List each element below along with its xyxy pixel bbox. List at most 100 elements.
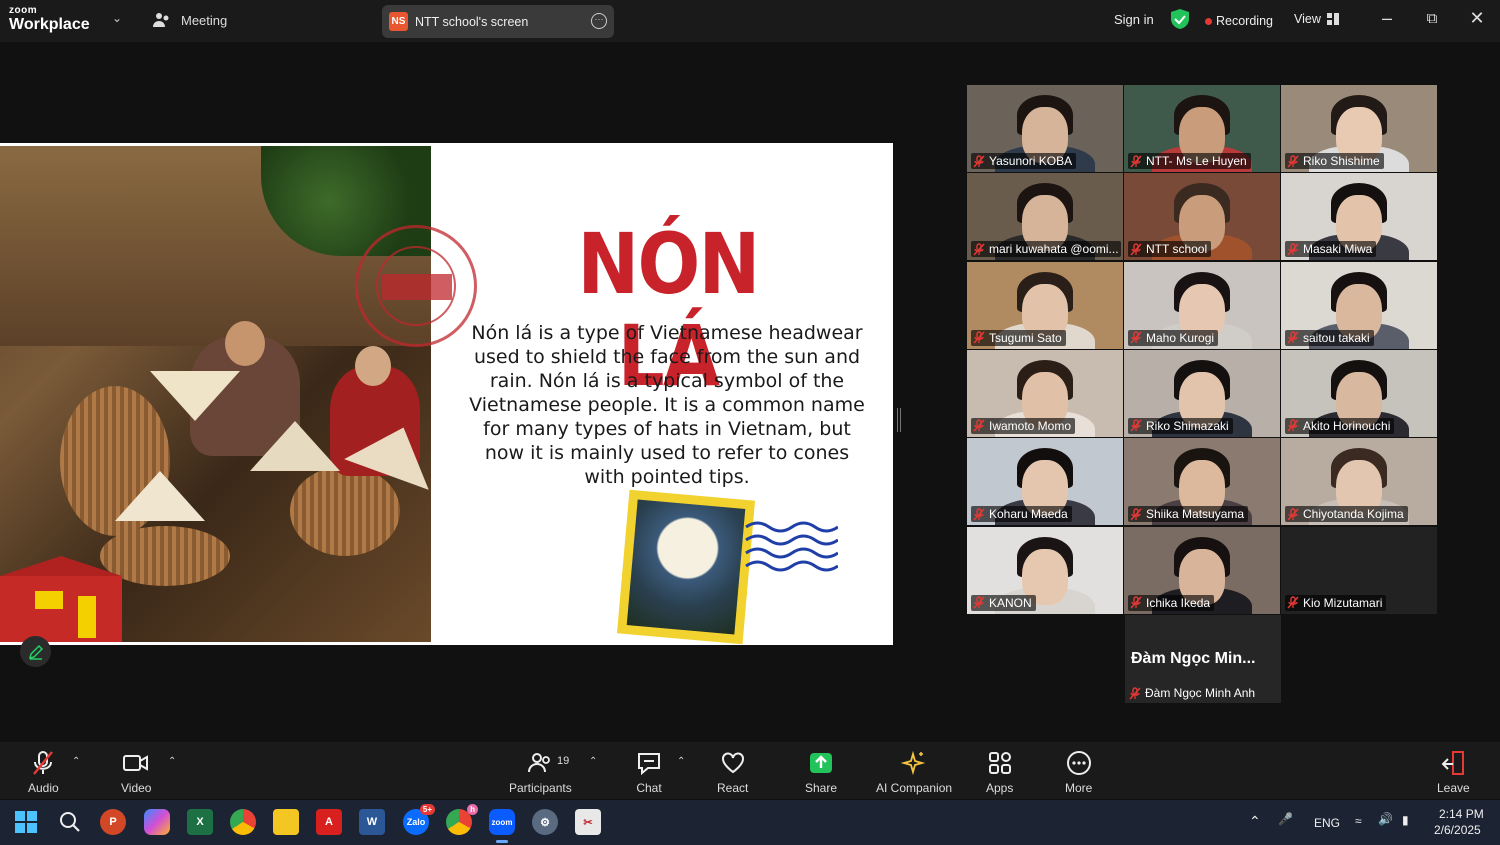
word-icon[interactable]: W — [359, 809, 385, 835]
powerpoint-icon[interactable]: P — [100, 809, 126, 835]
participant-tile[interactable]: NTT school — [1124, 173, 1280, 261]
ai-companion-button[interactable]: AI Companion — [876, 750, 952, 795]
participant-tile[interactable]: Masaki Miwa — [1281, 173, 1437, 261]
participant-display-name: Đàm Ngọc Min... — [1131, 650, 1256, 667]
house-door — [78, 596, 96, 638]
participants-icon — [528, 753, 551, 773]
participants-label: Participants — [509, 781, 572, 795]
participant-name: Koharu Maeda — [989, 507, 1068, 522]
more-options-icon[interactable]: ··· — [591, 13, 607, 29]
zalo-notification-badge: 5+ — [419, 804, 435, 815]
slide-description: Nón lá is a type of Vietnamese headwear … — [469, 322, 865, 488]
restore-icon[interactable]: ⧉ — [1417, 10, 1447, 27]
more-button[interactable]: More — [1065, 750, 1092, 795]
participant-tile[interactable]: NTT- Ms Le Huyen — [1124, 85, 1280, 172]
muted-mic-icon — [1129, 686, 1141, 700]
photo-hat — [150, 371, 240, 421]
participant-name: Yasunori KOBA — [989, 154, 1073, 168]
chat-bubble-icon — [638, 753, 660, 776]
splitter-handle[interactable] — [897, 408, 901, 432]
participant-tile[interactable]: KANON — [967, 526, 1123, 614]
audio-options-chevron-icon[interactable]: ⌃ — [72, 756, 80, 767]
tray-overflow-chevron-icon[interactable]: ⌃ — [1249, 813, 1261, 830]
audio-button[interactable]: Audio — [28, 750, 59, 795]
participant-tile[interactable]: Riko Shishime — [1281, 85, 1437, 172]
clock-time[interactable]: 2:14 PM — [1439, 807, 1484, 821]
snipping-tool-icon[interactable]: ✂ — [575, 809, 601, 835]
close-icon[interactable]: ✕ — [1462, 8, 1492, 29]
settings-icon[interactable]: ⚙ — [532, 809, 558, 835]
react-label: React — [717, 781, 749, 795]
muted-mic-icon — [1130, 507, 1142, 521]
language-indicator[interactable]: ENG — [1314, 816, 1340, 830]
participant-name: Akito Horinouchi — [1303, 418, 1391, 433]
participant-name: Iwamoto Momo — [989, 418, 1072, 433]
participant-name-label: Tsugumi Sato — [971, 329, 1066, 346]
battery-icon[interactable]: ▮ — [1402, 813, 1409, 827]
participant-name: Masaki Miwa — [1303, 242, 1373, 257]
video-options-chevron-icon[interactable]: ⌃ — [168, 756, 176, 767]
participant-name: mari kuwahata @oomi... — [989, 242, 1119, 257]
leave-button[interactable]: Leave — [1437, 750, 1470, 795]
zoom-app-icon[interactable]: zoom — [489, 809, 515, 843]
react-button[interactable]: React — [717, 750, 748, 795]
sign-in-button[interactable]: Sign in — [1114, 12, 1154, 27]
postmark-bar — [382, 274, 452, 300]
participant-tile[interactable]: Ichika Ikeda — [1124, 526, 1280, 614]
chat-button[interactable]: Chat — [636, 750, 662, 795]
security-shield-icon[interactable] — [1171, 9, 1189, 29]
participant-tile[interactable]: mari kuwahata @oomi... — [967, 173, 1123, 261]
chrome-profile-icon[interactable]: h — [446, 804, 478, 835]
participant-tile[interactable]: Iwamoto Momo — [967, 349, 1123, 437]
participant-tile[interactable]: saitou takaki — [1281, 261, 1437, 349]
participant-tile[interactable]: Chiyotanda Kojima — [1281, 438, 1437, 526]
participant-tile[interactable]: Tsugumi Sato — [967, 261, 1123, 349]
participant-tile[interactable]: Shiika Matsuyama — [1124, 438, 1280, 526]
video-button[interactable]: Video — [121, 750, 151, 795]
recording-indicator[interactable]: Recording — [1205, 14, 1273, 28]
annotate-button[interactable] — [20, 636, 51, 667]
participant-name-label: Chiyotanda Kojima — [1285, 506, 1408, 523]
zoom-logo[interactable]: zoom Workplace — [9, 6, 90, 33]
windows-start-icon[interactable] — [13, 809, 39, 835]
view-button[interactable]: View — [1294, 12, 1339, 26]
zalo-icon[interactable]: Zalo 5+ — [403, 804, 435, 835]
acrobat-icon[interactable]: A — [316, 809, 342, 835]
participant-name-label: Koharu Maeda — [971, 506, 1072, 523]
participant-tile[interactable]: Kio Mizutamari — [1281, 526, 1437, 614]
apps-button[interactable]: Apps — [986, 750, 1013, 795]
search-icon[interactable] — [57, 809, 83, 835]
volume-icon[interactable]: 🔊 — [1378, 812, 1393, 826]
chevron-down-icon[interactable]: ⌄ — [112, 11, 122, 25]
participant-name: Kio Mizutamari — [1303, 595, 1383, 610]
minimize-icon[interactable]: – — [1372, 8, 1402, 29]
excel-icon[interactable]: X — [187, 809, 213, 835]
participants-options-chevron-icon[interactable]: ⌃ — [589, 756, 597, 767]
grid-view-icon — [1326, 13, 1339, 25]
chat-options-chevron-icon[interactable]: ⌃ — [677, 756, 685, 767]
participant-tile[interactable]: Yasunori KOBA — [967, 85, 1123, 172]
apps-grid-icon — [988, 752, 1011, 774]
muted-mic-icon — [1287, 243, 1299, 256]
clock-date[interactable]: 2/6/2025 — [1434, 823, 1481, 837]
participant-tile[interactable]: Akito Horinouchi — [1281, 349, 1437, 437]
share-button[interactable]: Share — [805, 750, 837, 795]
participant-tile[interactable]: Riko Shimazaki — [1124, 349, 1280, 437]
meeting-label: Meeting — [181, 12, 228, 28]
participant-name-label: NTT school — [1128, 241, 1212, 258]
muted-mic-icon — [973, 331, 985, 344]
sharer-avatar: NS — [389, 12, 408, 31]
photo-hat — [250, 421, 340, 471]
meeting-menu[interactable]: Meeting — [153, 12, 227, 28]
wifi-icon[interactable]: ≈ — [1355, 814, 1362, 828]
participant-tile[interactable]: Koharu Maeda — [967, 438, 1123, 526]
participant-name: Ichika Ikeda — [1146, 595, 1211, 610]
file-explorer-icon[interactable] — [273, 809, 299, 835]
chrome-icon[interactable] — [230, 809, 256, 835]
shared-screen-indicator[interactable]: NS NTT school's screen ··· — [382, 5, 614, 38]
copilot-icon[interactable] — [144, 809, 170, 835]
participant-name: KANON — [989, 595, 1032, 610]
participant-tile[interactable]: Maho Kurogi — [1124, 261, 1280, 349]
participant-tile-no-video[interactable]: Đàm Ngọc Min... Đàm Ngọc Minh Anh — [1125, 615, 1281, 703]
microphone-tray-icon[interactable]: 🎤 — [1278, 812, 1293, 826]
